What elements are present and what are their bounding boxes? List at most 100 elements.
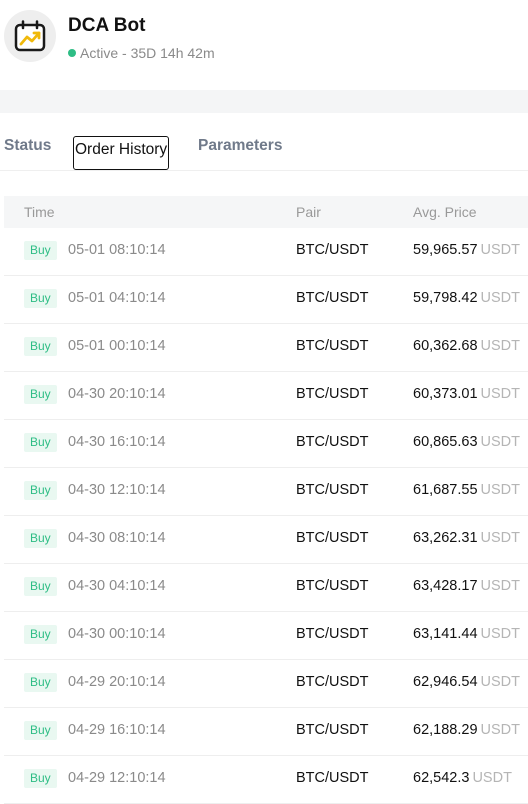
order-time: 04-30 20:10:14 — [68, 386, 166, 402]
table-row[interactable]: Buy 04-29 16:10:14 BTC/USDT 62,188.29 USDT — [4, 708, 528, 756]
bot-title: DCA Bot — [68, 15, 146, 36]
side-badge: Buy — [24, 241, 57, 260]
order-time: 04-30 16:10:14 — [68, 434, 166, 450]
status-text: Active — [80, 45, 119, 61]
table-row[interactable]: Buy 05-01 08:10:14 BTC/USDT 59,965.57 USDT — [4, 228, 528, 276]
price-unit: USDT — [480, 626, 520, 642]
side-badge: Buy — [24, 577, 57, 596]
trading-pair: BTC/USDT — [296, 722, 369, 738]
order-time: 04-30 12:10:14 — [68, 482, 166, 498]
bot-status-line: Active - 35D 14h 42m — [68, 44, 215, 62]
avg-price: 60,373.01 USDT — [413, 386, 520, 402]
price-unit: USDT — [480, 290, 520, 306]
trading-pair: BTC/USDT — [296, 290, 369, 306]
avg-price: 60,865.63 USDT — [413, 434, 520, 450]
trading-pair: BTC/USDT — [296, 530, 369, 546]
tab-bar: Status Order History Parameters — [0, 113, 528, 171]
price-value: 63,262.31 — [413, 530, 478, 546]
price-value: 63,428.17 — [413, 578, 478, 594]
order-time: 04-30 04:10:14 — [68, 578, 166, 594]
avg-price: 60,362.68 USDT — [413, 338, 520, 354]
runtime-text: 35D 14h 42m — [130, 45, 215, 61]
price-unit: USDT — [480, 674, 520, 690]
order-time: 04-30 08:10:14 — [68, 530, 166, 546]
avg-price: 63,141.44 USDT — [413, 626, 520, 642]
trading-pair: BTC/USDT — [296, 578, 369, 594]
order-time: 04-30 00:10:14 — [68, 626, 166, 642]
table-row[interactable]: Buy 04-30 20:10:14 BTC/USDT 60,373.01 USDT — [4, 372, 528, 420]
table-row[interactable]: Buy 04-30 08:10:14 BTC/USDT 63,262.31 USDT — [4, 516, 528, 564]
trading-pair: BTC/USDT — [296, 770, 369, 786]
side-badge: Buy — [24, 529, 57, 548]
price-value: 62,542.3 — [413, 770, 470, 786]
price-value: 60,865.63 — [413, 434, 478, 450]
table-row[interactable]: Buy 04-29 12:10:14 BTC/USDT 62,542.3 USDT — [4, 756, 528, 804]
side-badge: Buy — [24, 385, 57, 404]
order-time: 05-01 04:10:14 — [68, 290, 166, 306]
status-dot-icon — [68, 49, 76, 57]
price-value: 62,946.54 — [413, 674, 478, 690]
column-pair-header: Pair — [296, 204, 321, 220]
column-price-header: Avg. Price — [413, 204, 477, 220]
price-unit: USDT — [480, 242, 520, 258]
price-value: 60,362.68 — [413, 338, 478, 354]
side-badge: Buy — [24, 769, 57, 788]
price-unit: USDT — [480, 386, 520, 402]
price-unit: USDT — [480, 530, 520, 546]
price-unit: USDT — [472, 770, 512, 786]
trading-pair: BTC/USDT — [296, 338, 369, 354]
tab-status[interactable]: Status — [4, 137, 51, 171]
price-value: 59,798.42 — [413, 290, 478, 306]
avg-price: 61,687.55 USDT — [413, 482, 520, 498]
order-time: 04-29 12:10:14 — [68, 770, 166, 786]
table-row[interactable]: Buy 04-29 20:10:14 BTC/USDT 62,946.54 USDT — [4, 660, 528, 708]
trading-pair: BTC/USDT — [296, 386, 369, 402]
price-value: 59,965.57 — [413, 242, 478, 258]
price-unit: USDT — [480, 338, 520, 354]
table-row[interactable]: Buy 04-30 12:10:14 BTC/USDT 61,687.55 USDT — [4, 468, 528, 516]
table-row[interactable]: Buy 04-30 04:10:14 BTC/USDT 63,428.17 USDT — [4, 564, 528, 612]
trading-pair: BTC/USDT — [296, 482, 369, 498]
section-divider — [0, 90, 528, 113]
price-unit: USDT — [480, 578, 520, 594]
avg-price: 62,188.29 USDT — [413, 722, 520, 738]
order-time: 04-29 20:10:14 — [68, 674, 166, 690]
side-badge: Buy — [24, 481, 57, 500]
table-row[interactable]: Buy 05-01 04:10:14 BTC/USDT 59,798.42 USDT — [4, 276, 528, 324]
column-time-header: Time — [24, 204, 55, 220]
avg-price: 59,798.42 USDT — [413, 290, 520, 306]
price-unit: USDT — [480, 434, 520, 450]
trading-pair: BTC/USDT — [296, 674, 369, 690]
trading-pair: BTC/USDT — [296, 242, 369, 258]
order-time: 04-29 16:10:14 — [68, 722, 166, 738]
table-row[interactable]: Buy 04-30 00:10:14 BTC/USDT 63,141.44 USDT — [4, 612, 528, 660]
avg-price: 62,946.54 USDT — [413, 674, 520, 690]
calendar-chart-icon — [4, 10, 56, 62]
side-badge: Buy — [24, 433, 57, 452]
side-badge: Buy — [24, 337, 57, 356]
trading-pair: BTC/USDT — [296, 626, 369, 642]
side-badge: Buy — [24, 721, 57, 740]
trading-pair: BTC/USDT — [296, 434, 369, 450]
side-badge: Buy — [24, 625, 57, 644]
price-unit: USDT — [480, 482, 520, 498]
table-header: Time Pair Avg. Price — [4, 196, 528, 228]
avg-price: 63,262.31 USDT — [413, 530, 520, 546]
tab-parameters[interactable]: Parameters — [198, 137, 282, 171]
table-row[interactable]: Buy 04-30 16:10:14 BTC/USDT 60,865.63 USDT — [4, 420, 528, 468]
order-time: 05-01 00:10:14 — [68, 338, 166, 354]
price-unit: USDT — [480, 722, 520, 738]
tab-order-history[interactable]: Order History — [73, 136, 170, 170]
price-value: 60,373.01 — [413, 386, 478, 402]
avg-price: 62,542.3 USDT — [413, 770, 512, 786]
avg-price: 59,965.57 USDT — [413, 242, 520, 258]
side-badge: Buy — [24, 289, 57, 308]
status-separator: - — [118, 45, 131, 61]
price-value: 61,687.55 — [413, 482, 478, 498]
price-value: 62,188.29 — [413, 722, 478, 738]
price-value: 63,141.44 — [413, 626, 478, 642]
table-row[interactable]: Buy 05-01 00:10:14 BTC/USDT 60,362.68 USDT — [4, 324, 528, 372]
bot-header: DCA Bot Active - 35D 14h 42m — [0, 0, 528, 90]
avg-price: 63,428.17 USDT — [413, 578, 520, 594]
side-badge: Buy — [24, 673, 57, 692]
